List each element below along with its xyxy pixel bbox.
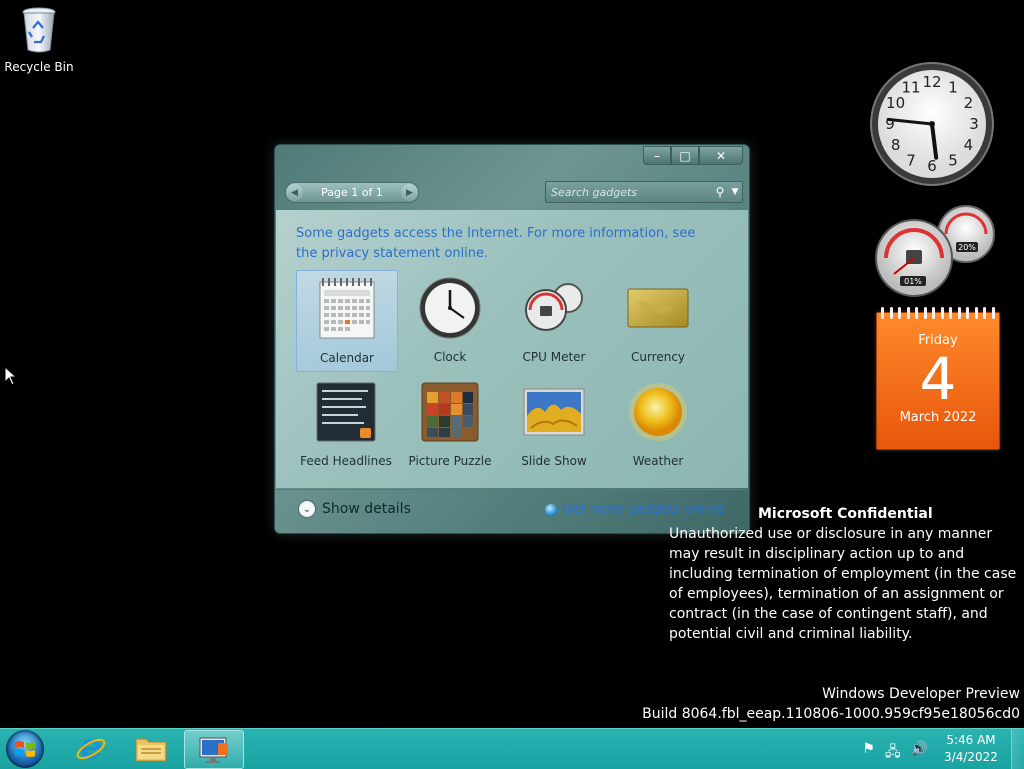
- calendar-icon: [315, 277, 379, 341]
- gadget-tile-picture-puzzle[interactable]: Picture Puzzle: [400, 374, 500, 474]
- clock-numeral: 1: [948, 79, 958, 97]
- volume-icon[interactable]: 🔊: [911, 741, 928, 765]
- gadget-list-panel: Some gadgets access the Internet. For mo…: [276, 210, 748, 488]
- show-details-label: Show details: [322, 501, 411, 517]
- clock-numeral: 6: [927, 157, 937, 175]
- search-input[interactable]: [546, 184, 712, 200]
- maximize-button[interactable]: □: [671, 146, 699, 165]
- folder-icon: [135, 738, 167, 761]
- taskbar-clock[interactable]: 5:46 AM 3/4/2022: [936, 732, 1006, 766]
- windows-logo-icon: [15, 741, 35, 757]
- edition-label: Windows Developer Preview: [822, 686, 1020, 702]
- gadget-gallery-window: – □ ✕ ◀ Page 1 of 1 ▶ ⚲ ▼ Some gadgets a…: [274, 144, 750, 534]
- cpu-meter-icon: 01% 20%: [875, 205, 995, 297]
- gadget-tile-weather[interactable]: Weather: [608, 374, 708, 474]
- gadget-grid: Calendar Clock CPU Meter Currency Feed H…: [296, 270, 712, 478]
- minimize-button[interactable]: –: [643, 146, 671, 165]
- clock-gadget[interactable]: 12 1 2 3 4 5 6 7 8 9 10 11: [868, 60, 996, 188]
- previous-page-button[interactable]: ◀: [286, 184, 303, 201]
- calendar-rings: [881, 307, 995, 319]
- currency-icon: [626, 276, 690, 340]
- clock-numeral: 3: [969, 115, 979, 133]
- privacy-notice-link[interactable]: Some gadgets access the Internet. For mo…: [296, 224, 716, 264]
- show-desktop-button[interactable]: [1011, 729, 1024, 769]
- clock-numeral: 8: [891, 136, 901, 154]
- taskbar-file-explorer[interactable]: [122, 730, 180, 767]
- clock-numeral: 5: [948, 151, 958, 169]
- gadget-tile-feed-headlines[interactable]: Feed Headlines: [296, 374, 396, 474]
- gadget-name: Slide Show: [521, 454, 587, 468]
- gadget-tile-slide-show[interactable]: Slide Show: [504, 374, 604, 474]
- start-button[interactable]: [6, 730, 44, 768]
- calendar-gadget[interactable]: Friday 4 March 2022: [876, 307, 1000, 450]
- gadget-tile-currency[interactable]: Currency: [608, 270, 708, 370]
- build-watermark: Windows Developer Preview Build 8064.fbl…: [642, 684, 1020, 724]
- feed-headlines-icon: [314, 380, 378, 444]
- cpu-meter-gadget[interactable]: 01% 20%: [872, 202, 1002, 298]
- weather-icon: [626, 380, 690, 444]
- network-icon[interactable]: 🖧: [885, 741, 901, 765]
- desktop-icon-label: Recycle Bin: [4, 60, 74, 74]
- taskbar-gadgets[interactable]: [184, 730, 244, 769]
- recycle-bin-icon: [22, 7, 56, 53]
- build-label: Build 8064.fbl_eeap.110806-1000.959cf95e…: [642, 706, 1020, 722]
- search-icon[interactable]: ⚲: [712, 185, 728, 199]
- clock-numeral: 2: [964, 94, 974, 112]
- globe-icon: [544, 503, 557, 516]
- watermark-title: Microsoft Confidential: [758, 506, 933, 522]
- gadget-tile-cpu-meter[interactable]: CPU Meter: [504, 270, 604, 370]
- page-navigator: ◀ Page 1 of 1 ▶: [285, 182, 419, 203]
- calendar-month-year: March 2022: [899, 410, 977, 425]
- analog-clock-icon: 12 12 3 45678 9 1011: [870, 62, 994, 186]
- gadget-name: Picture Puzzle: [408, 454, 492, 468]
- search-dropdown-icon[interactable]: ▼: [728, 187, 742, 197]
- gadget-name: Clock: [433, 350, 467, 364]
- clock-numeral: 4: [964, 136, 974, 154]
- clock-date: 3/4/2022: [944, 750, 998, 764]
- clock-numeral: 10: [886, 94, 905, 112]
- window-controls: – □ ✕: [643, 146, 743, 165]
- close-button[interactable]: ✕: [699, 146, 743, 165]
- next-page-button[interactable]: ▶: [400, 184, 418, 201]
- clock-numeral: 7: [906, 151, 916, 169]
- slide-show-icon: [522, 380, 586, 444]
- show-details-button[interactable]: ⌄ Show details: [298, 500, 411, 518]
- search-box: ⚲ ▼: [545, 181, 743, 203]
- clock-numeral: 11: [901, 79, 920, 97]
- desktop-icon-recycle-bin[interactable]: Recycle Bin: [4, 6, 74, 74]
- action-center-flag-icon[interactable]: ⚑: [862, 741, 875, 765]
- internet-explorer-icon: [76, 738, 106, 759]
- page-indicator: Page 1 of 1: [321, 186, 383, 199]
- gadget-name: CPU Meter: [522, 350, 586, 364]
- clock-time: 5:46 AM: [946, 733, 996, 747]
- memory-usage-value: 20%: [958, 243, 976, 252]
- gadget-name: Calendar: [320, 351, 374, 365]
- gadget-tile-calendar[interactable]: Calendar: [296, 270, 398, 372]
- clock-icon: [418, 276, 482, 340]
- calendar-day-number: 4: [919, 345, 957, 413]
- gadget-tile-clock[interactable]: Clock: [400, 270, 500, 370]
- taskbar: ⚑ 🖧 🔊 5:46 AM 3/4/2022: [0, 728, 1024, 769]
- confidential-watermark: Microsoft Confidential Unauthorized use …: [669, 504, 1019, 644]
- chevron-down-icon: ⌄: [298, 500, 316, 518]
- gadget-name: Weather: [632, 454, 684, 468]
- gadgets-icon: [199, 737, 228, 763]
- mouse-cursor-icon: [4, 366, 16, 386]
- clock-numeral: 9: [885, 115, 895, 133]
- system-tray: ⚑ 🖧 🔊: [862, 741, 928, 765]
- taskbar-internet-explorer[interactable]: [62, 730, 120, 767]
- gadget-name: Feed Headlines: [300, 454, 392, 468]
- clock-numeral: 12: [922, 73, 941, 91]
- picture-puzzle-icon: [418, 380, 482, 444]
- cpu-meter-icon: [522, 276, 586, 340]
- cpu-usage-value: 01%: [904, 277, 922, 286]
- watermark-body: Unauthorized use or disclosure in any ma…: [669, 526, 1017, 642]
- gadget-name: Currency: [630, 350, 686, 364]
